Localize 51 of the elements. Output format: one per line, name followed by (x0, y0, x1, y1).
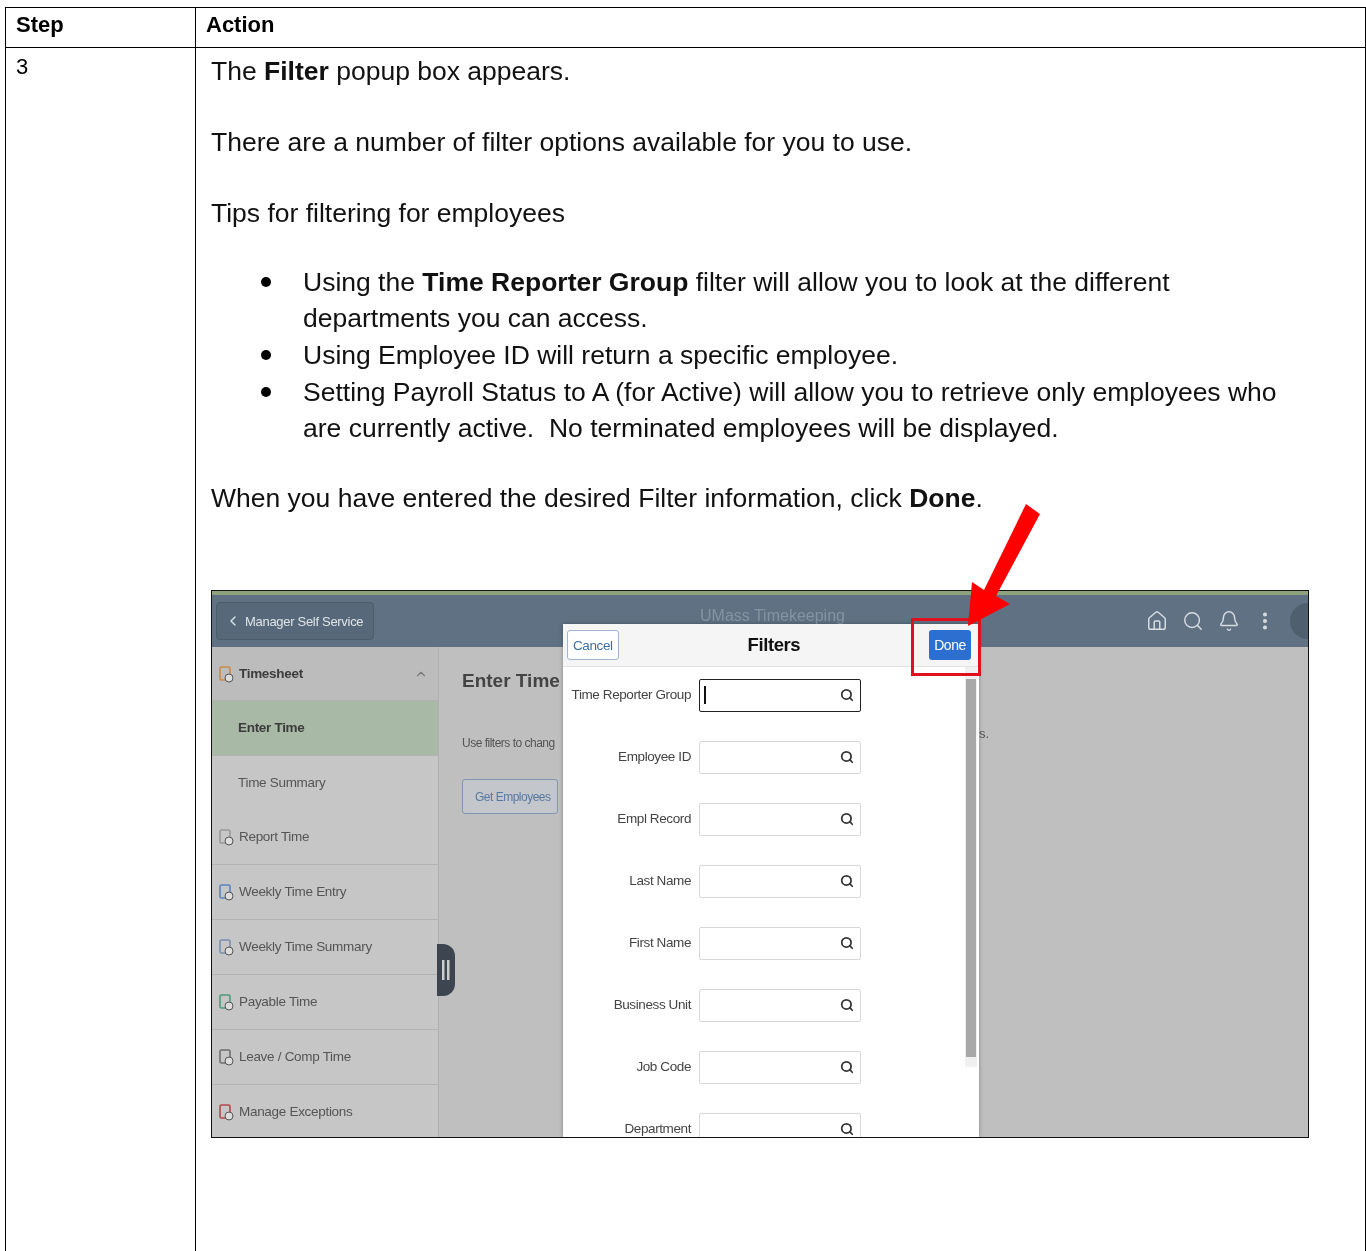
column-header: Step (6, 8, 196, 48)
menu-item-icon (218, 828, 234, 846)
field-label: Time Reporter Group (570, 686, 691, 704)
bullet-icon (261, 277, 271, 287)
menu-item-icon (218, 664, 234, 683)
field-label: Business Unit (612, 996, 691, 1014)
instruction-text: Tips for filtering for employees (211, 197, 566, 230)
hint-text: Use filters to chang (462, 735, 555, 752)
page-heading: Enter Time (462, 669, 560, 693)
scrollbar-thumb[interactable] (966, 679, 976, 1057)
search-icon[interactable] (840, 812, 854, 826)
search-icon[interactable] (840, 874, 854, 888)
search-icon[interactable] (840, 750, 854, 764)
bell-icon[interactable] (1218, 610, 1240, 632)
hint-text: s. (979, 725, 990, 743)
menu-item-icon (218, 1103, 234, 1121)
search-icon[interactable] (840, 688, 854, 702)
search-icon[interactable] (840, 998, 854, 1012)
done-button[interactable]: Done (929, 630, 971, 660)
bullet-text: Setting Payroll Status to A (for Active) will allow you to retrieve only employees who are currently active. No terminated employees will be displayed. (303, 376, 1278, 445)
cancel-button[interactable]: Cancel (567, 630, 619, 660)
bullet-text: Using Employee ID will return a specific employee. (303, 339, 899, 372)
step-number: 3 (16, 54, 29, 79)
instruction-text: The Filter popup box appears. (211, 55, 572, 88)
menu-item-icon (218, 883, 234, 901)
bullet-icon (261, 387, 271, 397)
column-header: Action (196, 8, 1365, 48)
field-label: First Name (628, 934, 691, 952)
instruction-text: There are a number of filter options available for you to use. (211, 126, 914, 159)
home-icon[interactable] (1146, 610, 1168, 632)
back-button[interactable]: Manager Self Service (216, 602, 375, 640)
sidebar-subitem[interactable]: Enter Time (212, 701, 438, 756)
search-icon[interactable] (840, 936, 854, 950)
search-icon[interactable] (840, 1122, 854, 1136)
field-label: Last Name (628, 872, 691, 890)
menu-item-icon (218, 1048, 234, 1066)
search-icon[interactable] (840, 1060, 854, 1074)
field-label: Job Code (635, 1058, 691, 1076)
sidebar-item[interactable]: Timesheet (212, 647, 438, 701)
collapse-handle[interactable] (437, 944, 455, 996)
bullet-text: Using the Time Reporter Group filter will allow you to look at the different departments you can access. (303, 266, 1171, 335)
bullet-icon (261, 350, 271, 360)
input-field[interactable] (699, 678, 861, 712)
field-label: Employee ID (617, 748, 691, 766)
menu-item-icon (218, 993, 234, 1011)
field-label: Department (623, 1120, 691, 1137)
instruction-text: When you have entered the desired Filter information, click Done. (211, 482, 984, 515)
field-label: Empl Record (616, 810, 691, 828)
get-employees-button[interactable]: Get Employees (462, 779, 558, 814)
dialog-title: Filters (747, 633, 801, 657)
menu-item-icon (218, 938, 234, 956)
